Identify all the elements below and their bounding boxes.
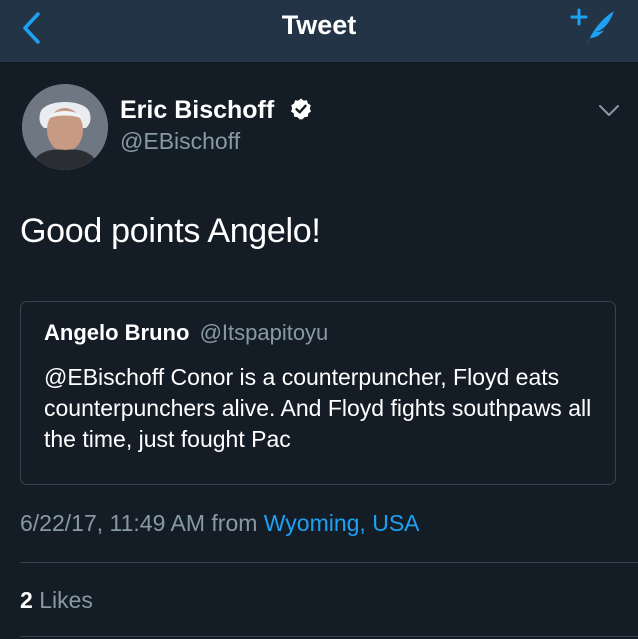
quoted-author-name: Angelo Bruno xyxy=(44,320,190,345)
divider xyxy=(20,636,638,637)
quoted-author-handle: @Itspapitoyu xyxy=(199,320,329,345)
verified-badge-icon xyxy=(291,98,312,120)
quoted-tweet-header: Angelo Bruno @Itspapitoyu xyxy=(44,320,328,346)
avatar[interactable] xyxy=(22,84,108,170)
chevron-down-icon xyxy=(599,105,619,116)
likes-stat[interactable]: 2 Likes xyxy=(20,587,93,614)
tweet-meta: 6/22/17, 11:49 AM from Wyoming, USA xyxy=(20,510,420,537)
quoted-tweet-text: @EBischoff Conor is a counterpuncher, Fl… xyxy=(44,364,592,452)
quoted-tweet-card[interactable]: Angelo Bruno @Itspapitoyu @EBischoff Con… xyxy=(20,301,616,485)
timestamp: 6/22/17, 11:49 AM xyxy=(20,510,205,536)
divider xyxy=(20,562,638,563)
from-label: from xyxy=(211,510,258,536)
navbar: Tweet xyxy=(0,0,638,63)
tweet-text: Good points Angelo! xyxy=(20,212,321,250)
author-name: Eric Bischoff xyxy=(120,96,275,124)
page-title: Tweet xyxy=(281,10,357,40)
author-name-row[interactable]: Eric Bischoff xyxy=(120,96,313,125)
author-handle[interactable]: @EBischoff xyxy=(120,128,240,155)
likes-count: 2 xyxy=(20,587,33,613)
location-link[interactable]: Wyoming, USA xyxy=(264,510,420,536)
compose-tweet-button[interactable] xyxy=(570,6,618,50)
tweet-options-button[interactable] xyxy=(598,104,620,118)
compose-tweet-icon xyxy=(570,8,614,46)
likes-label: Likes xyxy=(39,587,93,613)
profile-photo-icon xyxy=(22,84,108,170)
